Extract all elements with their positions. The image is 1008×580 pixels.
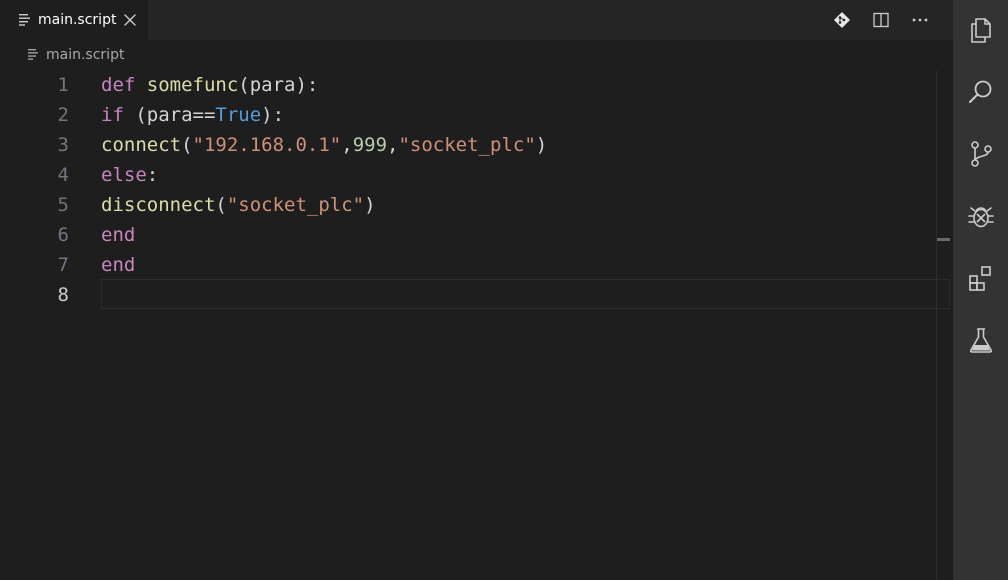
source-control-icon[interactable] — [953, 130, 1008, 178]
code-token-plain: , — [387, 134, 399, 156]
extensions-icon[interactable] — [953, 254, 1008, 302]
more-actions-icon[interactable] — [910, 10, 930, 30]
current-line-highlight — [101, 279, 950, 309]
code-line[interactable]: disconnect("socket_plc") — [101, 190, 376, 220]
code-token-function: disconnect — [101, 194, 216, 216]
breadcrumb — [0, 40, 950, 70]
search-icon[interactable] — [953, 68, 1008, 116]
testing-flask-icon[interactable] — [953, 316, 1008, 364]
breadcrumb-item-file[interactable]: main.script — [46, 45, 124, 65]
code-token-string: "socket_plc" — [398, 134, 536, 156]
code-token-plain: ( — [181, 134, 193, 156]
code-token-plain: ) — [364, 194, 376, 216]
code-token-function: connect — [101, 134, 182, 156]
scrollbar-cursor-marker — [937, 238, 950, 241]
tab-main-script[interactable]: main.script — [0, 0, 148, 40]
explorer-files-icon[interactable] — [953, 6, 1008, 54]
file-lines-icon — [28, 49, 38, 60]
code-token-plain: , — [341, 134, 353, 156]
line-number-gutter: 1 2 3 4 5 6 7 8 — [0, 70, 86, 580]
close-icon[interactable] — [121, 11, 139, 29]
code-line[interactable]: end — [101, 220, 135, 250]
line-number: 2 — [57, 104, 69, 126]
line-number: 7 — [57, 254, 69, 276]
code-token-number: 999 — [352, 134, 388, 156]
code-token-constant: True — [215, 104, 262, 126]
code-token-plain: ( — [215, 194, 227, 216]
code-token-string: "socket_plc" — [226, 194, 365, 216]
run-debug-bug-icon[interactable] — [953, 192, 1008, 240]
code-token-keyword: else — [101, 164, 147, 186]
code-line[interactable]: connect("192.168.0.1",999,"socket_plc") — [101, 130, 547, 160]
code-token-keyword: end — [101, 224, 136, 246]
editor-tab-bar: main.script — [0, 0, 953, 40]
code-token-keyword: def — [101, 74, 136, 96]
code-token-plain: ) — [535, 134, 548, 156]
line-number: 4 — [57, 164, 69, 186]
line-number: 3 — [57, 134, 69, 156]
editor-scrollbar[interactable] — [936, 70, 950, 580]
code-line[interactable]: else: — [101, 160, 158, 190]
code-line[interactable]: if (para==True): — [101, 100, 284, 130]
code-token-plain: (para): — [238, 74, 319, 96]
code-token-function: somefunc — [146, 74, 239, 96]
code-token-plain: (para== — [123, 104, 216, 126]
code-editor[interactable]: 12345678 def somefunc(para): if (para==Tr… — [0, 70, 950, 580]
line-number: 1 — [57, 74, 69, 96]
line-number: 8 — [57, 284, 69, 306]
code-line[interactable]: end — [101, 250, 135, 280]
code-token-string: "192.168.0.1" — [192, 134, 342, 156]
tab-label: main.script — [38, 12, 117, 28]
code-token-keyword: end — [101, 254, 136, 276]
code-token-plain: : — [146, 164, 159, 186]
file-lines-icon — [19, 14, 30, 26]
code-token-keyword: if — [101, 104, 124, 126]
source-control-diamond-icon[interactable] — [832, 10, 852, 30]
line-number: 5 — [57, 194, 69, 216]
code-token-plain: ): — [261, 104, 285, 126]
split-editor-icon[interactable] — [871, 10, 891, 30]
code-line[interactable]: def somefunc(para): — [101, 70, 318, 100]
line-number: 6 — [57, 224, 69, 246]
